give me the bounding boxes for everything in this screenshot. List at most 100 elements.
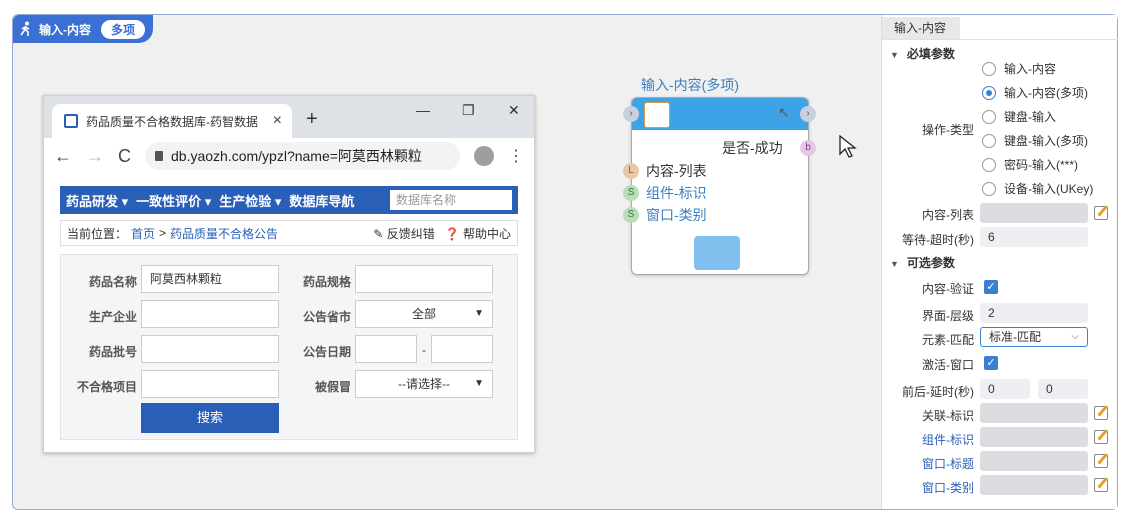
edit-icon[interactable] (1094, 206, 1108, 220)
province-label: 公告省市 (302, 310, 351, 324)
site-nav: 药品研发 ▾ 一致性评价 ▾ 生产检验 ▾ 数据库导航 数据库名称 (60, 186, 518, 214)
verify-label: 内容-验证 (922, 282, 974, 296)
edit-icon[interactable] (1094, 406, 1108, 420)
radio-op-type-1[interactable]: 输入-内容(多项) (982, 84, 1088, 101)
nav-item-rd[interactable]: 药品研发 ▾ (66, 191, 128, 210)
db-search-input[interactable]: 数据库名称 (390, 190, 512, 210)
optional-title: 可选参数 (906, 256, 955, 270)
radio-op-type-5[interactable]: 设备-输入(UKey) (982, 180, 1093, 197)
op-type-label: 操作-类型 (922, 123, 974, 137)
radio-icon (982, 61, 996, 76)
back-icon[interactable]: ← (54, 146, 72, 167)
activate-checkbox[interactable]: ✓ (984, 356, 998, 370)
tab-properties[interactable]: 输入-内容 (882, 17, 960, 39)
window-close-icon[interactable]: ✕ (508, 102, 520, 119)
win-title-label: 窗口-标题 (922, 457, 974, 471)
collapse-triangle-icon: ▼ (890, 259, 899, 269)
input-port-list[interactable]: L (623, 163, 639, 179)
required-title: 必填参数 (906, 47, 955, 61)
reload-icon[interactable]: C (118, 146, 131, 167)
help-label: 帮助中心 (462, 226, 511, 241)
step-badge[interactable]: 输入-内容 多项 (13, 15, 153, 43)
browser-window: 药品质量不合格数据库-药智数据 × + — ❐ ✕ ← → C db.yaozh… (43, 95, 535, 453)
fail-item-input[interactable] (141, 370, 279, 398)
edit-icon[interactable] (1094, 454, 1108, 468)
forward-icon[interactable]: → (86, 146, 104, 167)
optional-section[interactable]: ▼ 可选参数 (890, 254, 955, 271)
radio-label: 密码-输入(***) (1004, 158, 1078, 172)
input-port-window[interactable]: S (623, 207, 639, 223)
fake-select[interactable]: --请选择-- ▼ (355, 370, 493, 398)
crumb-page-link[interactable]: 药品质量不合格公告 (170, 225, 278, 242)
layer-label: 界面-层级 (922, 309, 974, 323)
dropdown-arrow-icon: ▼ (474, 308, 484, 319)
radio-selected-icon (982, 85, 996, 100)
flow-in-port-icon[interactable]: › (623, 106, 639, 122)
match-select[interactable]: 标准-匹配 ⌵ (980, 327, 1088, 347)
nav-item-consistency[interactable]: 一致性评价 ▾ (136, 191, 211, 210)
fake-label: 被假冒 (314, 380, 351, 394)
edit-icon[interactable] (1094, 430, 1108, 444)
crumb-home-link[interactable]: 首页 (131, 225, 155, 242)
date-end-input[interactable] (431, 335, 493, 363)
walk-icon (19, 21, 33, 37)
search-form: 药品名称 阿莫西林颗粒 药品规格 生产企业 公告省市 全部 ▼ 药品批号 公告日期… (60, 254, 518, 440)
site-favicon-icon (64, 114, 78, 128)
approval-input[interactable] (141, 335, 279, 363)
feedback-link[interactable]: ✎ 反馈纠错 (373, 225, 434, 242)
edit-icon[interactable] (1094, 478, 1108, 492)
date-start-input[interactable] (355, 335, 417, 363)
radio-label: 输入-内容 (1004, 62, 1056, 76)
content-list-label: 内容-列表 (922, 208, 974, 222)
radio-op-type-0[interactable]: 输入-内容 (982, 60, 1056, 77)
verify-checkbox[interactable]: ✓ (984, 280, 998, 294)
tab-close-icon[interactable]: × (273, 112, 282, 130)
assoc-field[interactable] (980, 403, 1088, 423)
drug-name-label: 药品名称 (88, 275, 137, 289)
minimize-icon[interactable]: — (416, 102, 430, 118)
radio-icon (982, 157, 996, 172)
nav-item-production[interactable]: 生产检验 ▾ (219, 191, 281, 210)
delay-label: 前后-延时(秒) (902, 385, 974, 399)
search-button[interactable]: 搜索 (141, 403, 279, 433)
menu-kebab-icon[interactable]: ⋮ (508, 146, 524, 166)
url-field[interactable]: db.yaozh.com/ypzl?name=阿莫西林颗粒 (145, 142, 460, 170)
browser-tab[interactable]: 药品质量不合格数据库-药智数据 × (52, 104, 292, 138)
flow-canvas[interactable]: 输入-内容 多项 药品质量不合格数据库-药智数据 × + — ❐ ✕ ← → C (13, 15, 881, 509)
province-value: 全部 (411, 307, 436, 321)
radio-op-type-4[interactable]: 密码-输入(***) (982, 156, 1078, 173)
new-tab-icon[interactable]: + (306, 108, 318, 131)
province-select[interactable]: 全部 ▼ (355, 300, 493, 328)
collapse-triangle-icon: ▼ (890, 50, 899, 60)
radio-op-type-2[interactable]: 键盘-输入 (982, 108, 1056, 125)
radio-op-type-3[interactable]: 键盘-输入(多项) (982, 132, 1088, 149)
layer-field[interactable]: 2 (980, 303, 1088, 323)
maker-label: 生产企业 (88, 310, 137, 324)
date-label: 公告日期 (302, 345, 351, 359)
timeout-field[interactable]: 6 (980, 227, 1088, 247)
content-list-field[interactable] (980, 203, 1088, 223)
output-label: 是否-成功 (722, 140, 783, 156)
breadcrumb: 当前位置： 首页 > 药品质量不合格公告 ✎ 反馈纠错 ❓ 帮助中心 (60, 220, 518, 246)
drug-name-input[interactable]: 阿莫西林颗粒 (141, 265, 279, 293)
flow-node[interactable]: ↖ › › 是否-成功 b L 内容-列表 S 组件-标识 S 窗口-类别 (623, 97, 816, 275)
node-header: ↖ (632, 98, 808, 130)
delay-after-field[interactable]: 0 (1038, 379, 1088, 399)
spec-input[interactable] (355, 265, 493, 293)
restore-icon[interactable]: ❐ (462, 102, 475, 119)
chevron-down-icon: ⌵ (1071, 331, 1079, 342)
help-link[interactable]: ❓ 帮助中心 (445, 225, 511, 242)
nav-item-db-nav[interactable]: 数据库导航 (289, 191, 354, 210)
comp-field[interactable] (980, 427, 1088, 447)
delay-before-field[interactable]: 0 (980, 379, 1030, 399)
required-section[interactable]: ▼ 必填参数 (890, 45, 955, 62)
profile-avatar-icon[interactable] (474, 146, 494, 166)
win-title-field[interactable] (980, 451, 1088, 471)
flow-out-port-icon[interactable]: › (800, 106, 816, 122)
input-port-component[interactable]: S (623, 185, 639, 201)
spec-label: 药品规格 (302, 275, 351, 289)
win-class-field[interactable] (980, 475, 1088, 495)
radio-label: 输入-内容(多项) (1004, 86, 1088, 100)
maker-input[interactable] (141, 300, 279, 328)
output-port-b[interactable]: b (800, 140, 816, 156)
